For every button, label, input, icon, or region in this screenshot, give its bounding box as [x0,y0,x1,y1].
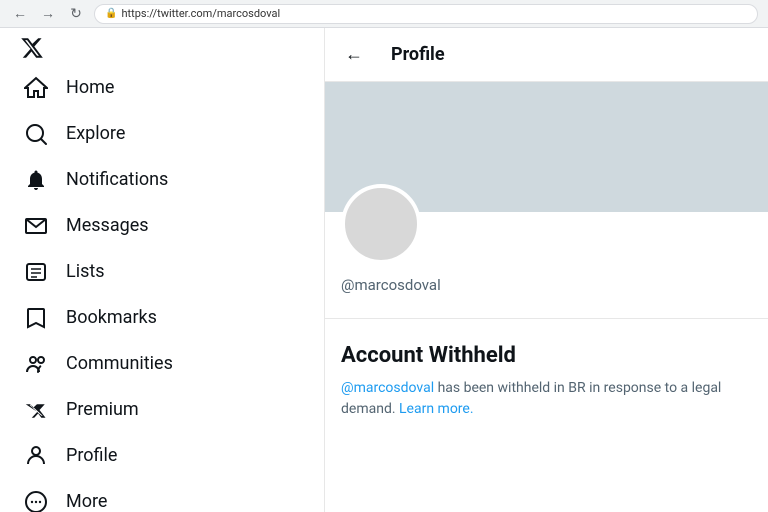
sidebar-item-label-premium: Premium [66,401,139,419]
sidebar-item-label-lists: Lists [66,263,105,281]
back-button[interactable]: ← [10,4,30,24]
communities-icon [24,352,48,376]
bookmark-icon [24,306,48,330]
sidebar-item-label-bookmarks: Bookmarks [66,309,157,327]
sidebar-item-label-messages: Messages [66,217,149,235]
envelope-icon [24,214,48,238]
sidebar-item-notifications[interactable]: Notifications [12,158,312,202]
sidebar-item-profile[interactable]: Profile [12,434,312,478]
sidebar-item-communities[interactable]: Communities [12,342,312,386]
user-info: @marcosdoval [325,264,768,310]
avatar-area [325,212,768,264]
sidebar-item-label-explore: Explore [66,125,125,143]
sidebar-item-label-communities: Communities [66,355,173,373]
list-icon [24,260,48,284]
back-arrow-button[interactable]: ← [341,40,367,69]
url-text: https://twitter.com/marcosdoval [121,7,280,20]
sidebar-item-label-profile: Profile [66,447,117,465]
sidebar-item-home[interactable]: Home [12,66,312,110]
profile-page-title: Profile [391,44,445,65]
x-circle-icon [24,398,48,422]
sidebar-item-bookmarks[interactable]: Bookmarks [12,296,312,340]
sidebar-item-messages[interactable]: Messages [12,204,312,248]
app-container: Home Explore Notifications [0,28,768,512]
home-icon [24,76,48,100]
more-circle-icon [24,490,48,512]
user-handle: @marcosdoval [341,276,752,294]
reload-button[interactable]: ↻ [66,4,86,24]
withheld-section: Account Withheld @marcosdoval has been w… [325,318,768,444]
lock-icon: 🔒 [105,8,117,19]
sidebar-item-premium[interactable]: Premium [12,388,312,432]
avatar [341,184,421,264]
profile-page-header: ← Profile [325,28,768,82]
sidebar-item-label-home: Home [66,79,114,97]
address-bar[interactable]: 🔒 https://twitter.com/marcosdoval [94,4,758,24]
sidebar-item-explore[interactable]: Explore [12,112,312,156]
explore-icon [24,122,48,146]
browser-bar: ← → ↻ 🔒 https://twitter.com/marcosdoval [0,0,768,28]
withheld-handle: @marcosdoval [341,380,434,396]
sidebar-item-lists[interactable]: Lists [12,250,312,294]
main-content: ← Profile @marcosdoval Account Withheld … [325,28,768,512]
sidebar: Home Explore Notifications [0,28,325,512]
person-icon [24,444,48,468]
sidebar-item-label-notifications: Notifications [66,171,168,189]
withheld-title: Account Withheld [341,343,752,368]
sidebar-item-label-more: More [66,493,107,511]
withheld-text: @marcosdoval has been withheld in BR in … [341,378,752,420]
sidebar-item-more[interactable]: More [12,480,312,512]
x-logo[interactable] [12,36,52,60]
learn-more-link[interactable]: Learn more. [399,401,474,417]
forward-button[interactable]: → [38,4,58,24]
bell-icon [24,168,48,192]
